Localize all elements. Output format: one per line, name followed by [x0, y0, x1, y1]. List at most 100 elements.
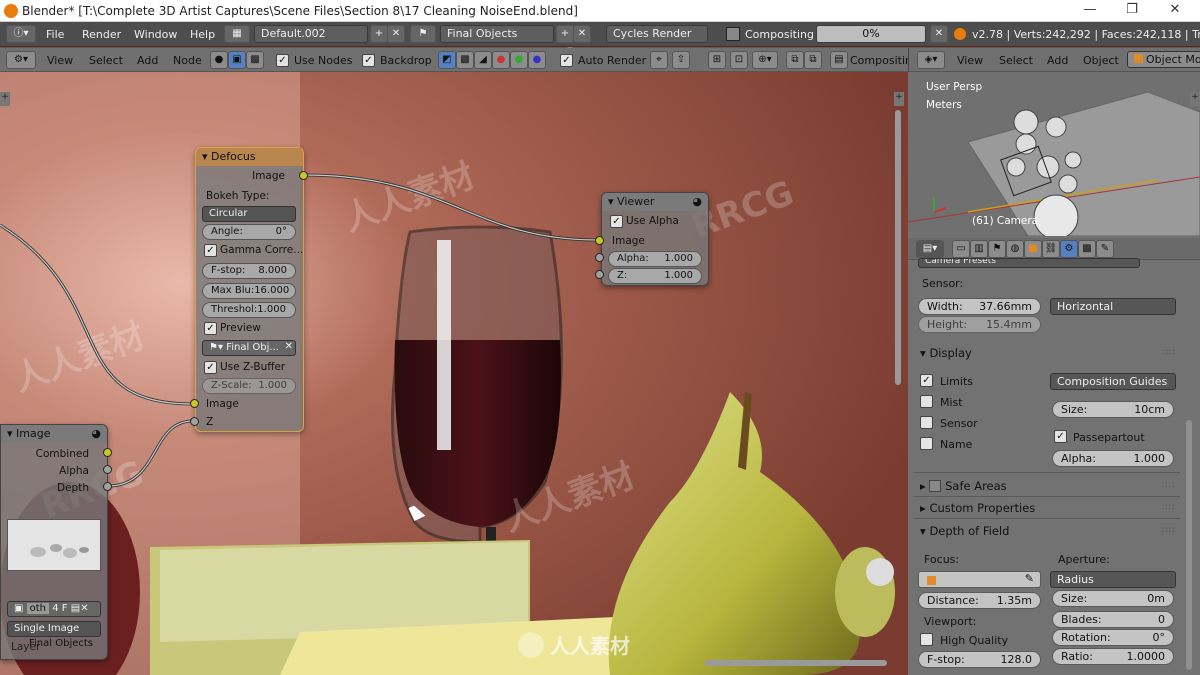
defocus-input-image-socket[interactable] — [190, 399, 199, 408]
viewer-node[interactable]: ▾ Viewer ◕ ✓ Use Alpha Image Alpha: 1.000… — [601, 192, 709, 286]
render-tab-icon[interactable]: ▭ — [952, 240, 970, 258]
camera-presets-select[interactable]: Camera Presets — [918, 258, 1140, 268]
view3d-viewport[interactable]: User Persp Meters (61) Camera + — [908, 72, 1200, 236]
texture-tab-icon[interactable]: ▩ — [1078, 240, 1096, 258]
limits-checkbox[interactable]: ✓ — [920, 374, 933, 387]
high-quality-checkbox[interactable] — [920, 633, 933, 646]
passepartout-checkbox[interactable]: ✓ — [1054, 430, 1067, 443]
render-layers-tab-icon[interactable]: ▥ — [970, 240, 988, 258]
open-image-icon[interactable]: ▤ — [71, 603, 80, 614]
sensor-fit-select[interactable]: Horizontal — [1050, 298, 1176, 315]
image-clear-icon[interactable]: ✕ — [80, 603, 88, 614]
bokeh-type-select[interactable]: Circular — [202, 206, 296, 222]
defocus-node[interactable]: ▾ Defocus Image Bokeh Type: Circular Ang… — [195, 147, 304, 432]
angle-value: 0° — [275, 226, 287, 237]
object-mode-select[interactable]: Object Mod — [1127, 51, 1200, 68]
defocus-input-z-socket[interactable] — [190, 417, 199, 426]
viewer-input-image-socket[interactable] — [595, 236, 604, 245]
view3d-type-icon[interactable]: ◈▾ — [917, 51, 945, 69]
image-browse-icon[interactable]: ▣ — [14, 603, 23, 614]
depth-of-field-panel-header[interactable]: ▾ Depth of Field — [920, 524, 1009, 538]
gamma-correction-checkbox[interactable]: ✓ — [204, 244, 217, 257]
panel-grip-icon[interactable]: ∷∷ — [1162, 503, 1175, 513]
properties-scrollbar[interactable] — [1186, 420, 1192, 670]
focus-distance-field[interactable]: Distance: 1.35m — [918, 592, 1041, 609]
toolshelf-toggle-icon[interactable]: + — [0, 92, 10, 106]
node-horizontal-scrollbar[interactable] — [705, 660, 887, 666]
passepartout-alpha-field[interactable]: Alpha: 1.000 — [1052, 450, 1174, 467]
viewport-fstop-field[interactable]: F-stop: 128.0 — [918, 651, 1041, 668]
output-alpha-label: Alpha — [59, 465, 89, 477]
image-datablock[interactable]: ▣ oth 4 F ▤✕ — [7, 601, 101, 617]
aperture-type-select[interactable]: Radius — [1050, 571, 1176, 588]
fstop-field[interactable]: F-stop: 8.000 — [202, 263, 296, 279]
properties-type-icon[interactable]: ▤▾ — [916, 240, 944, 258]
output-alpha-socket[interactable] — [103, 465, 112, 474]
image-node[interactable]: ▾ Image ◕ Combined Alpha Depth ▣ oth 4 F… — [0, 424, 108, 660]
focus-object-field[interactable]: ✎ — [918, 571, 1041, 588]
node-vertical-scrollbar[interactable] — [895, 110, 901, 385]
composition-guides-select[interactable]: Composition Guides — [1050, 373, 1176, 390]
safe-areas-checkbox[interactable] — [929, 480, 942, 492]
safe-areas-panel-header[interactable]: ▸ Safe Areas — [920, 479, 1007, 493]
viewport-toggle-icon[interactable]: + — [1190, 92, 1200, 106]
sensor-width-field[interactable]: Width: 37.66mm — [918, 298, 1041, 315]
particles-tab-icon[interactable]: ✎ — [1096, 240, 1114, 258]
scene-clear-icon[interactable]: ✕ — [285, 341, 293, 352]
viewer-z-field[interactable]: Z: 1.000 — [608, 268, 702, 284]
image-fake-user[interactable]: F — [62, 603, 68, 614]
threshold-field[interactable]: Threshol:1.000 — [202, 302, 296, 318]
collapse-arrow-icon[interactable]: ▾ — [202, 150, 208, 163]
view3d-menu-select[interactable]: Select — [999, 54, 1033, 67]
collapse-arrow-icon[interactable]: ▾ — [608, 195, 614, 208]
max-blur-field[interactable]: Max Blu:16.000 — [202, 283, 296, 299]
view3d-menu-add[interactable]: Add — [1047, 54, 1068, 67]
cancel-render-icon[interactable]: ✕ — [930, 25, 948, 43]
draw-size-field[interactable]: Size: 10cm — [1052, 401, 1174, 418]
image-source-select[interactable]: Single Image — [7, 621, 101, 637]
object-tab-icon[interactable]: ■ — [1024, 240, 1042, 258]
collapse-arrow-icon[interactable]: ▾ — [7, 427, 13, 440]
close-button[interactable]: ✕ — [1155, 2, 1195, 20]
image-node-header[interactable]: ▾ Image ◕ — [1, 425, 107, 443]
viewer-alpha-field[interactable]: Alpha: 1.000 — [608, 251, 702, 267]
ratio-field[interactable]: Ratio: 1.0000 — [1052, 648, 1174, 665]
layer-select[interactable]: Final Objects — [23, 637, 101, 653]
panel-grip-icon[interactable]: ∷∷ — [1162, 481, 1175, 491]
name-checkbox[interactable] — [920, 437, 933, 450]
use-zbuffer-checkbox[interactable]: ✓ — [204, 361, 217, 374]
world-tab-icon[interactable]: ◍ — [1006, 240, 1024, 258]
eyedropper-icon[interactable]: ✎ — [1025, 572, 1034, 585]
scene-browse-icon[interactable]: ⚑▾ — [209, 342, 223, 353]
constraints-tab-icon[interactable]: ⛓ — [1042, 240, 1060, 258]
angle-label: Angle: — [211, 226, 243, 237]
rotation-field[interactable]: Rotation: 0° — [1052, 629, 1174, 646]
use-alpha-checkbox[interactable]: ✓ — [610, 215, 623, 228]
viewer-input-z-socket[interactable] — [595, 270, 604, 279]
defocus-node-header[interactable]: ▾ Defocus — [196, 148, 303, 166]
camera-data-tab-icon[interactable]: ⚙ — [1060, 240, 1078, 258]
viewer-input-alpha-socket[interactable] — [595, 253, 604, 262]
scene-tab-icon[interactable]: ⚑ — [988, 240, 1006, 258]
properties-toggle-icon[interactable]: + — [894, 92, 904, 106]
preview-checkbox[interactable]: ✓ — [204, 322, 217, 335]
custom-properties-panel-header[interactable]: ▸ Custom Properties — [920, 501, 1035, 515]
scene-selector[interactable]: ⚑▾ Final Obj... ✕ — [202, 340, 296, 356]
passepartout-label: Passepartout — [1073, 431, 1145, 444]
display-panel-header[interactable]: ▾ Display — [920, 346, 972, 360]
mist-checkbox[interactable] — [920, 395, 933, 408]
sensor-display-checkbox[interactable] — [920, 416, 933, 429]
aperture-size-field[interactable]: Size: 0m — [1052, 590, 1174, 607]
panel-grip-icon[interactable]: ∷∷ — [1162, 526, 1175, 536]
panel-grip-icon[interactable]: ∷∷ — [1162, 348, 1175, 358]
view3d-menu-object[interactable]: Object — [1083, 54, 1119, 67]
viewer-node-header[interactable]: ▾ Viewer ◕ — [602, 193, 708, 211]
angle-field[interactable]: Angle: 0° — [202, 224, 296, 240]
output-depth-socket[interactable] — [103, 482, 112, 491]
maximize-button[interactable]: ❐ — [1112, 2, 1152, 20]
view3d-menu-view[interactable]: View — [957, 54, 983, 67]
defocus-output-image-socket[interactable] — [299, 171, 308, 180]
blades-field[interactable]: Blades: 0 — [1052, 611, 1174, 628]
output-combined-socket[interactable] — [103, 448, 112, 457]
minimize-button[interactable]: — — [1070, 2, 1110, 20]
